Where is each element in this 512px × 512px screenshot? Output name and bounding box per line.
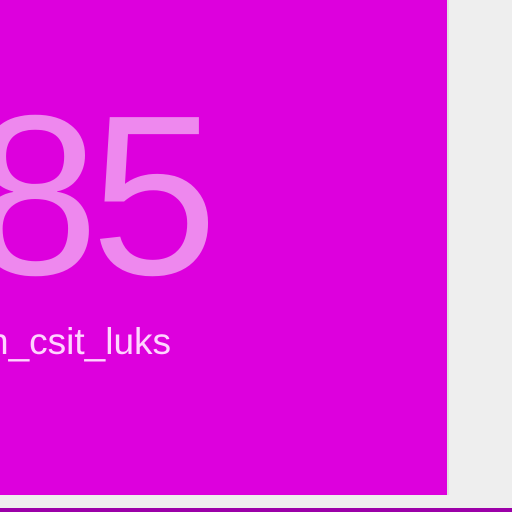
metric-tile[interactable]: 85 n_csit_luks — [0, 0, 447, 495]
metric-value: 85 — [0, 69, 218, 323]
panel-divider — [447, 0, 449, 495]
bottom-accent-bar — [0, 508, 512, 512]
metric-label: n_csit_luks — [0, 321, 172, 362]
